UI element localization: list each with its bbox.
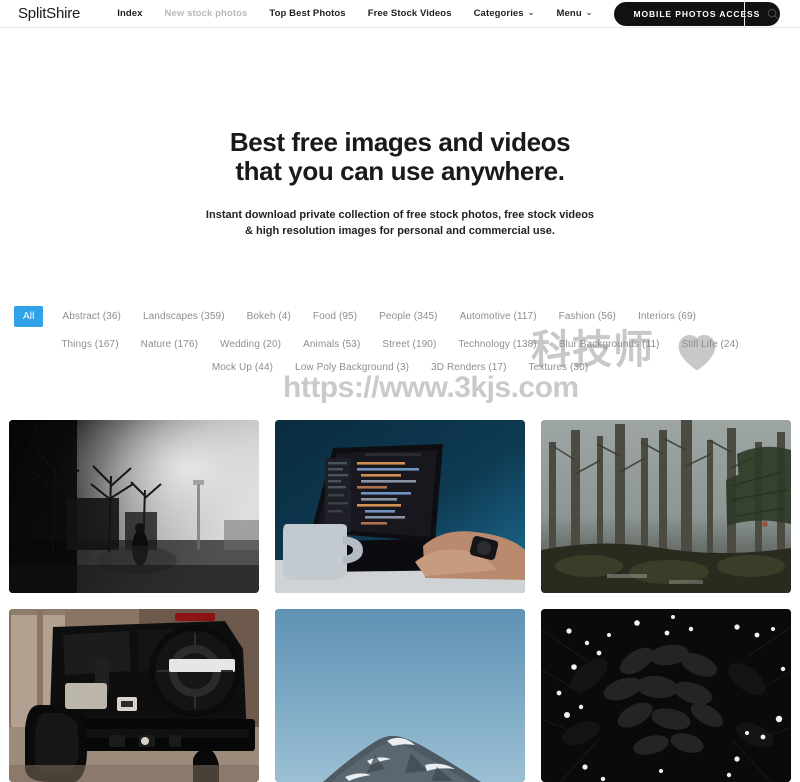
site-header: SplitShire Index New stock photos Top Be… xyxy=(0,0,800,28)
nav-item-categories[interactable]: Categories ⌄ xyxy=(463,8,546,19)
photo-card-misty-forest[interactable] xyxy=(541,420,791,593)
chevron-down-icon: ⌄ xyxy=(527,8,535,17)
nav-item-new-stock-photos[interactable]: New stock photos xyxy=(154,8,259,19)
photo-card-dark-foliage[interactable] xyxy=(541,609,791,782)
category-filter-textures[interactable]: Textures (30) xyxy=(518,362,600,373)
category-filter-things[interactable]: Things (167) xyxy=(50,339,129,350)
hero-heading-line-2: that you can use anywhere. xyxy=(235,156,565,187)
nav-item-label: Menu xyxy=(556,8,582,19)
category-filter-interiors[interactable]: Interiors (69) xyxy=(627,311,707,322)
category-filter-mock-up[interactable]: Mock Up (44) xyxy=(201,362,284,373)
hero-section: Best free images and videos that you can… xyxy=(0,28,800,240)
search-icon xyxy=(767,8,779,20)
nav-item-label: New stock photos xyxy=(164,8,248,19)
mountain-peak-blue-sky-image xyxy=(275,609,525,782)
photo-card-black-jeep[interactable] xyxy=(9,609,259,782)
brand-logo[interactable]: SplitShire xyxy=(18,5,80,22)
nav-item-label: Categories xyxy=(473,8,524,19)
page-title: Best free images and videos that you can… xyxy=(0,127,800,187)
category-filter-all[interactable]: All xyxy=(14,306,44,328)
hero-subtitle-line-1: Instant download private collection of f… xyxy=(205,209,595,222)
category-filter-row-3: Mock Up (44) Low Poly Background (3) 3D … xyxy=(14,362,786,373)
photo-card-foggy-street[interactable] xyxy=(9,420,259,593)
photo-card-mountain-peak[interactable] xyxy=(275,609,525,782)
category-filter-3d-renders[interactable]: 3D Renders (17) xyxy=(420,362,517,373)
category-filter-row-1: All Abstract (36) Landscapes (359) Bokeh… xyxy=(14,306,786,328)
category-filter-landscapes[interactable]: Landscapes (359) xyxy=(132,311,236,322)
chevron-down-icon: ⌄ xyxy=(585,8,593,17)
laptop-with-code-image xyxy=(275,420,525,593)
photo-card-laptop-code[interactable] xyxy=(275,420,525,593)
category-filter-automotive[interactable]: Automotive (117) xyxy=(449,311,548,322)
category-filter-blur-backgrounds[interactable]: Blur Backgrounds (11) xyxy=(548,339,671,350)
hero-heading-line-1: Best free images and videos xyxy=(229,127,571,157)
category-filter-street[interactable]: Street (190) xyxy=(371,339,447,350)
category-filter-food[interactable]: Food (95) xyxy=(302,311,368,322)
category-filter-wedding[interactable]: Wedding (20) xyxy=(209,339,292,350)
nav-item-menu[interactable]: Menu ⌄ xyxy=(546,8,604,19)
category-filter-animals[interactable]: Animals (53) xyxy=(292,339,371,350)
main-navigation: Index New stock photos Top Best Photos F… xyxy=(106,1,800,26)
category-filter-technology[interactable]: Technology (138) xyxy=(447,339,547,350)
hero-subtitle-line-2: & high resolution images for personal an… xyxy=(245,225,555,238)
photo-grid xyxy=(0,420,800,782)
category-filter-nature[interactable]: Nature (176) xyxy=(130,339,209,350)
nav-item-free-stock-videos[interactable]: Free Stock Videos xyxy=(357,8,463,19)
nav-item-index[interactable]: Index xyxy=(106,8,153,19)
nav-item-label: Free Stock Videos xyxy=(367,8,452,19)
category-filter-row-2: Things (167) Nature (176) Wedding (20) A… xyxy=(14,339,786,350)
watermark-url-text: https://www.3kjs.com xyxy=(283,371,579,404)
nav-item-top-best-photos[interactable]: Top Best Photos xyxy=(258,8,356,19)
misty-forest-image xyxy=(541,420,791,593)
category-filter-fashion[interactable]: Fashion (56) xyxy=(548,311,627,322)
category-filter-low-poly-background[interactable]: Low Poly Background (3) xyxy=(284,362,420,373)
category-filter-people[interactable]: People (345) xyxy=(368,311,448,322)
category-filter-abstract[interactable]: Abstract (36) xyxy=(51,311,132,322)
foggy-street-with-person-image xyxy=(9,420,259,593)
dark-foliage-white-flowers-image xyxy=(541,609,791,782)
hero-subtitle: Instant download private collection of f… xyxy=(0,208,800,240)
black-jeep-image xyxy=(9,609,259,782)
category-filter-bar: All Abstract (36) Landscapes (359) Bokeh… xyxy=(0,306,800,373)
search-button[interactable] xyxy=(744,0,800,27)
nav-item-label: Index xyxy=(117,8,143,19)
category-filter-bokeh[interactable]: Bokeh (4) xyxy=(236,311,302,322)
nav-item-label: Top Best Photos xyxy=(269,8,346,19)
category-filter-still-life[interactable]: Still Life (24) xyxy=(671,339,750,350)
